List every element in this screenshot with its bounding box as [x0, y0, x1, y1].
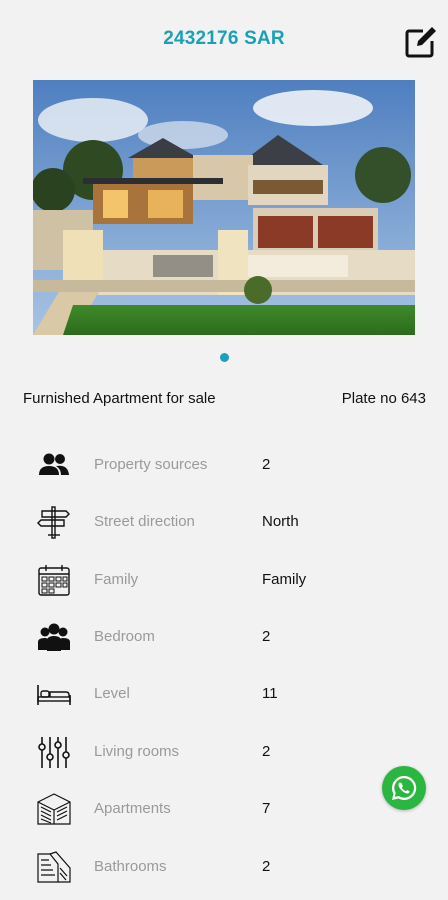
detail-value: 2 — [262, 858, 271, 875]
detail-row-living-rooms: Living rooms 2 — [0, 731, 448, 771]
calendar-icon — [38, 565, 70, 596]
edit-icon — [405, 27, 436, 58]
price-title: 2432176 SAR — [163, 28, 285, 49]
plate-number: Plate no 643 — [341, 390, 426, 407]
signpost-icon — [37, 506, 70, 539]
carousel-indicator[interactable] — [220, 353, 229, 362]
detail-row-bedroom: Bedroom 2 — [0, 616, 448, 656]
bed-icon — [37, 685, 71, 705]
listing-title: Furnished Apartment for sale — [23, 390, 216, 407]
detail-row-property-sources: Property sources 2 — [0, 444, 448, 484]
detail-label: Property sources — [94, 456, 208, 473]
detail-value: North — [262, 513, 299, 530]
detail-label: Bathrooms — [94, 858, 167, 875]
whatsapp-icon — [392, 775, 417, 800]
sliders-icon — [38, 737, 70, 768]
app-header: 2432176 SAR — [0, 0, 448, 80]
detail-label: Street direction — [94, 513, 195, 530]
detail-label: Family — [94, 571, 139, 588]
detail-label: Apartments — [94, 800, 171, 817]
house-image — [33, 80, 415, 335]
detail-value: 2 — [262, 628, 271, 645]
detail-row-level: Level 11 — [0, 673, 448, 713]
detail-value: 7 — [262, 800, 271, 817]
people-icon — [39, 453, 69, 475]
whatsapp-button[interactable] — [382, 766, 426, 810]
detail-value: 2 — [262, 456, 271, 473]
bathroom-icon — [37, 851, 71, 883]
detail-value: Family — [262, 571, 307, 588]
detail-row-street-direction: Street direction North — [0, 501, 448, 541]
detail-label: Living rooms — [94, 743, 180, 760]
detail-label: Level — [94, 685, 130, 702]
detail-row-apartments: Apartments 7 — [0, 788, 448, 828]
building-icon — [37, 793, 71, 825]
detail-value: 11 — [262, 685, 278, 702]
detail-row-family: Family Family — [0, 559, 448, 599]
detail-label: Bedroom — [94, 628, 155, 645]
property-photo[interactable] — [33, 80, 415, 335]
group-icon — [38, 623, 70, 651]
detail-value: 2 — [262, 743, 271, 760]
edit-button[interactable] — [403, 24, 439, 60]
detail-row-bathrooms: Bathrooms 2 — [0, 846, 448, 886]
